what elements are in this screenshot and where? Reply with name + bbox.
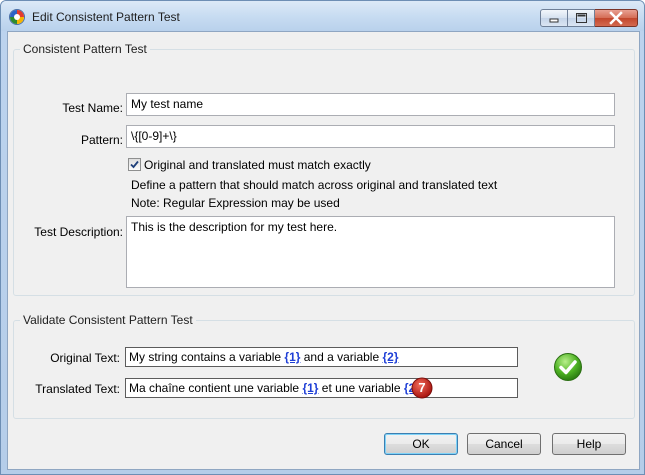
validate-test-group-title: Validate Consistent Pattern Test: [20, 313, 196, 327]
minimize-icon: [549, 18, 559, 23]
dialog-client-area: Consistent Pattern Test Test Name: My te…: [7, 31, 640, 470]
test-description-textarea[interactable]: This is the description for my test here…: [126, 216, 615, 288]
test-name-input[interactable]: My test name: [126, 93, 615, 116]
cancel-button-label: Cancel: [485, 437, 523, 451]
translated-variable-1: {1}: [302, 381, 319, 395]
minimize-button[interactable]: [540, 9, 568, 27]
help-button-label: Help: [576, 437, 602, 451]
window-title: Edit Consistent Pattern Test: [32, 10, 180, 24]
ok-button[interactable]: OK: [384, 433, 458, 455]
original-variable-1: {1}: [284, 350, 301, 364]
close-button[interactable]: [595, 9, 638, 27]
pattern-input[interactable]: \{[0-9]+\}: [126, 125, 615, 148]
green-check-icon: [554, 353, 582, 381]
translated-text-segment: et une variable: [318, 381, 404, 395]
title-bar[interactable]: Edit Consistent Pattern Test: [1, 1, 644, 31]
match-exact-checkbox[interactable]: [128, 158, 141, 171]
match-exact-label: Original and translated must match exact…: [144, 158, 371, 172]
pattern-test-group-title: Consistent Pattern Test: [20, 42, 150, 56]
original-text-label: Original Text:: [50, 351, 120, 365]
close-icon: [609, 11, 623, 25]
original-text-segment: and a variable: [300, 350, 383, 364]
pattern-hint-text: Define a pattern that should match acros…: [131, 178, 498, 192]
maximize-button[interactable]: [568, 9, 595, 27]
app-logo-icon: [9, 9, 25, 25]
help-button[interactable]: Help: [552, 433, 626, 455]
pattern-label: Pattern:: [80, 133, 123, 147]
original-variable-2: {2}: [382, 350, 399, 364]
translated-text-input[interactable]: Ma chaîne contient une variable {1} et u…: [125, 378, 518, 398]
original-text-input[interactable]: My string contains a variable {1} and a …: [125, 347, 518, 367]
dialog-window: Edit Consistent Pattern Test Consistent …: [0, 0, 645, 475]
translated-text-label: Translated Text:: [35, 382, 120, 396]
checkmark-icon: [130, 160, 139, 169]
ok-button-label: OK: [412, 437, 430, 451]
test-name-label: Test Name:: [62, 101, 123, 115]
error-count-badge: 7: [411, 377, 433, 399]
regex-note-text: Note: Regular Expression may be used: [131, 196, 340, 210]
test-description-label: Test Description:: [34, 225, 123, 239]
validate-test-group: Validate Consistent Pattern Test: [13, 313, 635, 419]
original-text-segment: My string contains a variable: [129, 350, 285, 364]
error-count-text: 7: [418, 380, 426, 395]
maximize-icon: [576, 13, 587, 23]
cancel-button[interactable]: Cancel: [467, 433, 541, 455]
translated-text-segment: Ma chaîne contient une variable: [129, 381, 303, 395]
